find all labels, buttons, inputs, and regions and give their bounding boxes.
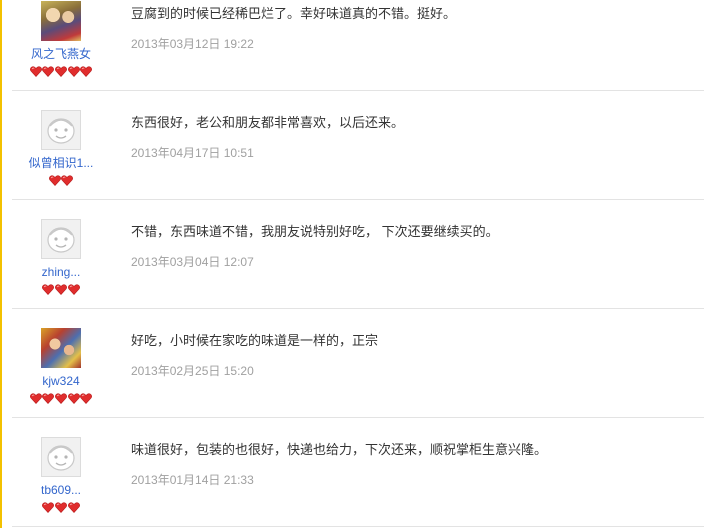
rank-heart-icon bbox=[29, 66, 42, 77]
rank-heart-icon bbox=[61, 175, 74, 186]
review-text: 好吃，小时候在家吃的味道是一样的，正宗 bbox=[131, 333, 379, 348]
rank-heart-icon bbox=[42, 502, 55, 513]
user-avatar[interactable] bbox=[41, 328, 81, 368]
rank-heart-icon bbox=[55, 502, 67, 513]
review-date: 2013年03月04日 12:07 bbox=[131, 255, 254, 269]
default-avatar-icon[interactable] bbox=[41, 219, 81, 259]
rank-heart-icon bbox=[42, 66, 55, 77]
rank-heart-icon bbox=[55, 66, 67, 77]
rank-heart-icon bbox=[80, 393, 93, 404]
review-date: 2013年04月17日 10:51 bbox=[131, 146, 254, 160]
username-link[interactable]: 似曾相识1... bbox=[11, 156, 111, 170]
user-avatar[interactable] bbox=[41, 1, 81, 41]
rank-heart-icon bbox=[42, 393, 55, 404]
rank-heart-icon bbox=[55, 393, 67, 404]
rank-heart-icon bbox=[67, 502, 80, 513]
default-avatar-icon[interactable] bbox=[41, 110, 81, 150]
username-link[interactable]: kjw324 bbox=[11, 374, 111, 388]
review-item: kjw324 好吃，小时候在家吃的味道是一样的，正宗 2013年02月25日 1… bbox=[12, 309, 704, 418]
review-text: 味道很好，包装的也很好，快递也给力，下次还来，顺祝掌柜生意兴隆。 bbox=[131, 442, 548, 457]
rank-hearts bbox=[11, 502, 111, 513]
review-text: 豆腐到的时候已经稀巴烂了。幸好味道真的不错。挺好。 bbox=[131, 6, 457, 21]
rank-hearts bbox=[11, 175, 111, 186]
review-date: 2013年02月25日 15:20 bbox=[131, 364, 254, 378]
review-date: 2013年01月14日 21:33 bbox=[131, 473, 254, 487]
rank-heart-icon bbox=[80, 66, 93, 77]
review-list: 风之飞燕女 豆腐到的时候已经稀巴烂了。幸好味道真的不错。挺好。 2013年03月… bbox=[0, 0, 704, 527]
username-link[interactable]: tb609... bbox=[11, 483, 111, 497]
review-item: 风之飞燕女 豆腐到的时候已经稀巴烂了。幸好味道真的不错。挺好。 2013年03月… bbox=[12, 0, 704, 91]
review-item: tb609... 味道很好，包装的也很好，快递也给力，下次还来，顺祝掌柜生意兴隆… bbox=[12, 418, 704, 527]
rank-heart-icon bbox=[42, 284, 55, 295]
rank-heart-icon bbox=[67, 393, 80, 404]
rank-heart-icon bbox=[55, 284, 67, 295]
review-text: 东西很好，老公和朋友都非常喜欢，以后还来。 bbox=[131, 115, 405, 130]
review-date: 2013年03月12日 19:22 bbox=[131, 37, 254, 51]
review-item: 似曾相识1... 东西很好，老公和朋友都非常喜欢，以后还来。 2013年04月1… bbox=[12, 91, 704, 200]
review-text: 不错，东西味道不错，我朋友说特别好吃， 下次还要继续买的。 bbox=[131, 224, 499, 239]
rank-heart-icon bbox=[48, 175, 61, 186]
rank-heart-icon bbox=[67, 66, 80, 77]
rank-heart-icon bbox=[29, 393, 42, 404]
rank-hearts bbox=[11, 66, 111, 77]
username-link[interactable]: 风之飞燕女 bbox=[11, 47, 111, 61]
rank-heart-icon bbox=[67, 284, 80, 295]
rank-hearts bbox=[11, 284, 111, 295]
default-avatar-icon[interactable] bbox=[41, 437, 81, 477]
review-item: zhing... 不错，东西味道不错，我朋友说特别好吃， 下次还要继续买的。 2… bbox=[12, 200, 704, 309]
username-link[interactable]: zhing... bbox=[11, 265, 111, 279]
rank-hearts bbox=[11, 393, 111, 404]
